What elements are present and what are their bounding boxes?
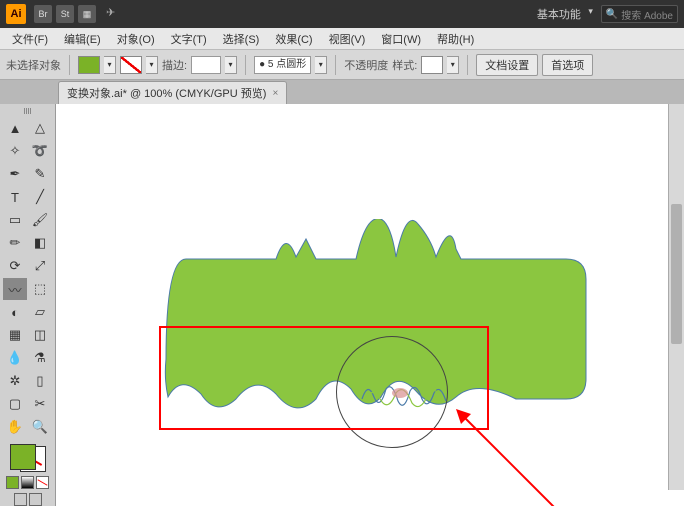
stroke-dropdown[interactable]: ▾ [146, 56, 158, 74]
eyedropper-tool[interactable]: 💧 [3, 347, 27, 369]
style-swatch[interactable] [421, 56, 443, 74]
artboard-tool[interactable]: ▢ [3, 393, 27, 415]
document-tabs: 变换对象.ai* @ 100% (CMYK/GPU 预览) × [0, 80, 684, 104]
menu-file[interactable]: 文件(F) [4, 29, 56, 49]
selection-status: 未选择对象 [6, 57, 61, 73]
selection-tool[interactable]: ▲ [3, 117, 27, 139]
perspective-tool[interactable]: ▱ [28, 301, 52, 323]
close-icon[interactable]: × [272, 88, 278, 99]
search-icon: 🔍 [606, 9, 618, 20]
fill-swatch[interactable] [78, 56, 100, 74]
stroke-label: 描边: [162, 57, 187, 73]
menu-type[interactable]: 文字(T) [163, 29, 215, 49]
panel-grip[interactable] [13, 108, 43, 114]
column-graph-tool[interactable]: ▯ [28, 370, 52, 392]
preferences-button[interactable]: 首选项 [542, 54, 593, 76]
style-label: 样式: [392, 57, 417, 73]
control-bar: 未选择对象 ▾ ▾ 描边: ▾ ● 5 点圆形▾ 不透明度 样式: ▾ 文档设置… [0, 50, 684, 80]
gradient-tool[interactable]: ◫ [28, 324, 52, 346]
blend-tool[interactable]: ⚗ [28, 347, 52, 369]
scale-tool[interactable]: ⤢ [28, 255, 52, 277]
style-dd[interactable]: ▾ [447, 56, 459, 74]
fill-dropdown[interactable]: ▾ [104, 56, 116, 74]
menu-help[interactable]: 帮助(H) [429, 29, 482, 49]
stroke-weight-dd[interactable]: ▾ [225, 56, 237, 74]
search-placeholder: 搜索 Adobe [621, 7, 673, 22]
menu-bar: 文件(F) 编辑(E) 对象(O) 文字(T) 选择(S) 效果(C) 视图(V… [0, 28, 684, 50]
paintbrush-tool[interactable]: 🖌 [28, 209, 52, 231]
menu-object[interactable]: 对象(O) [109, 29, 163, 49]
ai-logo: Ai [6, 4, 26, 24]
document-setup-button[interactable]: 文档设置 [476, 54, 538, 76]
tab-title: 变换对象.ai* @ 100% (CMYK/GPU 预览) [67, 85, 266, 101]
menu-edit[interactable]: 编辑(E) [56, 29, 109, 49]
rotate-tool[interactable]: ⟳ [3, 255, 27, 277]
canvas[interactable] [56, 104, 684, 506]
fill-color-icon[interactable] [10, 444, 36, 470]
eraser-tool[interactable]: ◧ [28, 232, 52, 254]
hand-tool[interactable]: ✋ [3, 416, 27, 438]
lasso-tool[interactable]: ➰ [28, 140, 52, 162]
pencil-tool[interactable]: ✏ [3, 232, 27, 254]
scrollbar-thumb[interactable] [671, 204, 682, 344]
stroke-swatch[interactable] [120, 56, 142, 74]
rectangle-tool[interactable]: ▭ [3, 209, 27, 231]
type-tool[interactable]: T [3, 186, 27, 208]
slice-tool[interactable]: ✂ [28, 393, 52, 415]
arrow-annotation [451, 404, 571, 506]
arrange-icon[interactable]: ▦ [78, 5, 96, 23]
opacity-label: 不透明度 [344, 57, 388, 73]
bridge-icon[interactable]: Br [34, 5, 52, 23]
fill-stroke-control[interactable] [6, 442, 50, 474]
stock-icon[interactable]: St [56, 5, 74, 23]
menu-select[interactable]: 选择(S) [215, 29, 268, 49]
menu-window[interactable]: 窗口(W) [373, 29, 429, 49]
brush-dd[interactable]: ▾ [315, 56, 327, 74]
tools-panel: ▲ △ ✧ ➰ ✒ ✎ T ╱ ▭ 🖌 ✏ ◧ ⟳ ⤢ 〰 ⬚ ◐ ▱ ▦ ◫ … [0, 104, 56, 506]
search-input[interactable]: 🔍 搜索 Adobe [601, 5, 678, 23]
magic-wand-tool[interactable]: ✧ [3, 140, 27, 162]
highlight-rectangle-annotation [159, 326, 489, 430]
width-tool[interactable]: 〰 [3, 278, 27, 300]
menu-effect[interactable]: 效果(C) [267, 29, 320, 49]
line-tool[interactable]: ╱ [28, 186, 52, 208]
pen-tool[interactable]: ✒ [3, 163, 27, 185]
curvature-tool[interactable]: ✎ [28, 163, 52, 185]
free-transform-tool[interactable]: ⬚ [28, 278, 52, 300]
app-titlebar: Ai Br St ▦ ✈ 基本功能 🔍 搜索 Adobe [0, 0, 684, 28]
zoom-tool[interactable]: 🔍 [28, 416, 52, 438]
stroke-weight-field[interactable] [191, 56, 221, 74]
screen-mode-icons[interactable] [14, 493, 42, 506]
menu-view[interactable]: 视图(V) [321, 29, 374, 49]
direct-selection-tool[interactable]: △ [28, 117, 52, 139]
sync-icon[interactable]: ✈ [106, 6, 122, 22]
vertical-scrollbar[interactable] [668, 104, 684, 490]
symbol-sprayer-tool[interactable]: ✲ [3, 370, 27, 392]
color-mode-swatches[interactable] [6, 476, 49, 489]
brush-field[interactable]: ● 5 点圆形 [254, 56, 311, 74]
shape-builder-tool[interactable]: ◐ [3, 301, 27, 323]
document-tab[interactable]: 变换对象.ai* @ 100% (CMYK/GPU 预览) × [58, 81, 287, 104]
mesh-tool[interactable]: ▦ [3, 324, 27, 346]
workspace-switcher[interactable]: 基本功能 [531, 4, 595, 24]
